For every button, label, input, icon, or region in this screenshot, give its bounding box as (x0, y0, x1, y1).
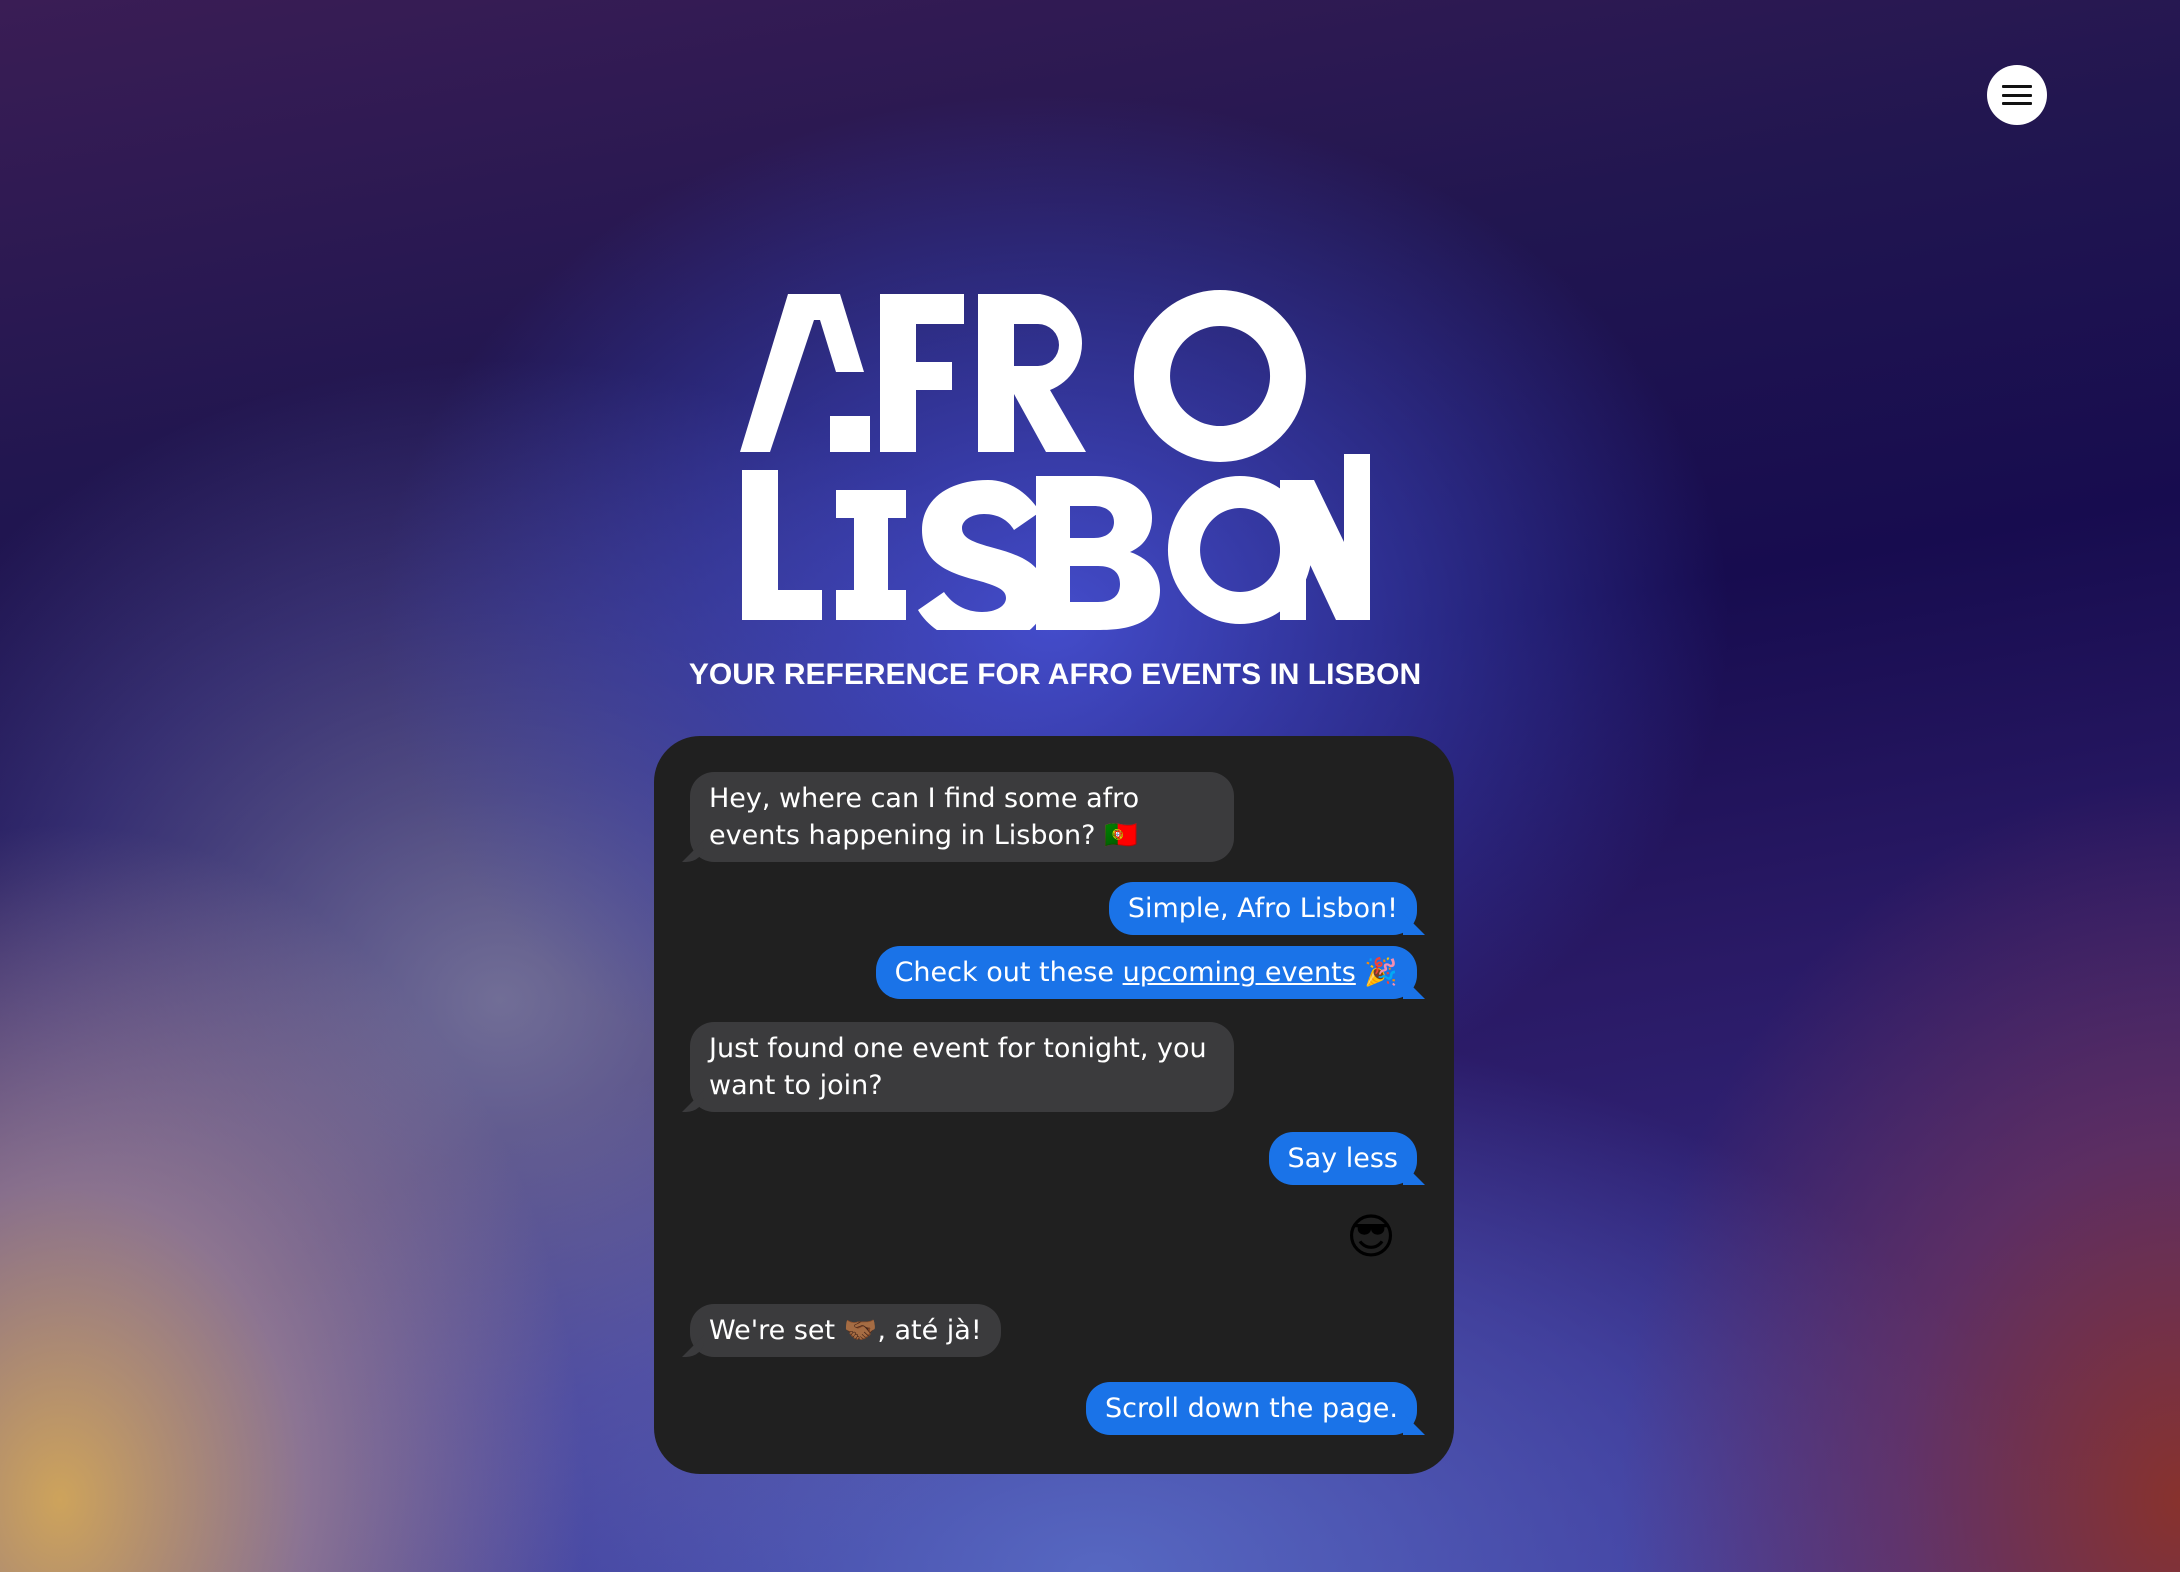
upcoming-events-link[interactable]: upcoming events (1123, 957, 1356, 988)
message-text: Simple, Afro Lisbon! (1127, 893, 1398, 924)
chat-message-outgoing: Say less (1268, 1132, 1417, 1185)
message-text: Just found one event for tonight, you wa… (709, 1033, 1207, 1101)
chat-message-outgoing: Simple, Afro Lisbon! (1108, 882, 1417, 935)
chat-message-incoming: We're set 🤝🏾, até jà! (690, 1304, 1001, 1357)
chat-message-outgoing: Check out these upcoming events 🎉 (875, 946, 1417, 999)
chat-message-incoming: Just found one event for tonight, you wa… (690, 1022, 1234, 1112)
chat-message-incoming: Hey, where can I find some afro events h… (690, 772, 1234, 862)
message-text: We're set 🤝🏾, até jà! (709, 1315, 982, 1346)
message-text-suffix: 🎉 (1355, 957, 1398, 988)
sunglasses-face-emoji: 😎 (1346, 1211, 1397, 1264)
chat-window: Hey, where can I find some afro events h… (654, 736, 1454, 1474)
tagline: YOUR REFERENCE FOR AFRO EVENTS IN LISBON (688, 658, 1422, 691)
message-text: Hey, where can I find some afro events h… (709, 783, 1140, 851)
hamburger-menu-icon (2002, 85, 2032, 105)
message-text: Scroll down the page. (1105, 1393, 1398, 1424)
chat-message-outgoing: Scroll down the page. (1086, 1382, 1417, 1435)
logo-wordmark-icon (740, 290, 1370, 630)
message-text-prefix: Check out these (894, 957, 1123, 988)
menu-button[interactable] (1987, 65, 2047, 125)
afro-lisbon-logo (740, 280, 1370, 630)
message-text: Say less (1287, 1143, 1399, 1174)
